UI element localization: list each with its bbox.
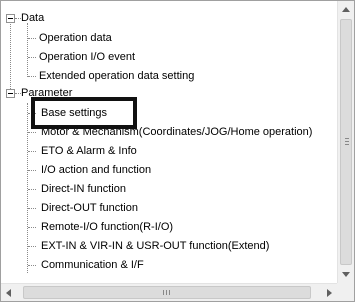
scroll-left-arrow-icon[interactable] [6,289,11,297]
tree-node-eto-alarm-info[interactable]: ETO & Alarm & Info [41,142,137,160]
vertical-scrollbar[interactable] [337,1,354,283]
horizontal-scroll-thumb[interactable] [23,286,311,299]
parameter-tree-panel: Data Operation data Operation I/O event … [0,0,355,302]
tree-line-parameter-children [27,103,28,273]
tree-node-direct-in-function[interactable]: Direct-IN function [41,180,126,198]
tree-connector [28,227,36,228]
tree-connector [28,170,36,171]
tree-connector [28,246,36,247]
collapse-minus-icon[interactable] [6,89,15,98]
tree-node-operation-data[interactable]: Operation data [39,29,112,47]
tree-connector [28,265,36,266]
base-settings-highlight-box [31,97,137,129]
vertical-scroll-thumb[interactable] [340,19,352,265]
tree-node-ext-in-vir-in-usr-out[interactable]: EXT-IN & VIR-IN & USR-OUT function(Exten… [41,237,269,255]
grip-line [345,141,349,142]
tree-connector [28,151,36,152]
scrollbar-corner [337,283,354,301]
tree-connector [28,76,36,77]
grip-line [169,290,170,295]
tree-connector [28,189,36,190]
grip-line [345,144,349,145]
tree-node-communication-if[interactable]: Communication & I/F [41,256,144,274]
tree-node-data[interactable]: Data [21,9,44,27]
tree-connector [28,132,36,133]
grip-line [163,290,164,295]
tree-line-data-children [27,23,28,77]
tree-line-root [10,19,11,93]
scroll-right-arrow-icon[interactable] [327,289,332,297]
tree-connector [28,208,36,209]
tree-node-operation-io-event[interactable]: Operation I/O event [39,48,135,66]
tree-node-remote-io-function[interactable]: Remote-I/O function(R-I/O) [41,218,173,236]
tree-node-extended-operation-data-setting[interactable]: Extended operation data setting [39,67,194,85]
horizontal-scrollbar[interactable] [1,283,337,301]
tree-connector [28,57,36,58]
scroll-down-arrow-icon[interactable] [342,272,350,277]
grip-line [166,290,167,295]
scroll-up-arrow-icon[interactable] [342,7,350,12]
collapse-minus-icon[interactable] [6,14,15,23]
tree-view: Data Operation data Operation I/O event … [1,1,337,283]
tree-connector [28,38,36,39]
tree-node-io-action-function[interactable]: I/O action and function [41,161,151,179]
grip-line [345,138,349,139]
tree-node-direct-out-function[interactable]: Direct-OUT function [41,199,138,217]
